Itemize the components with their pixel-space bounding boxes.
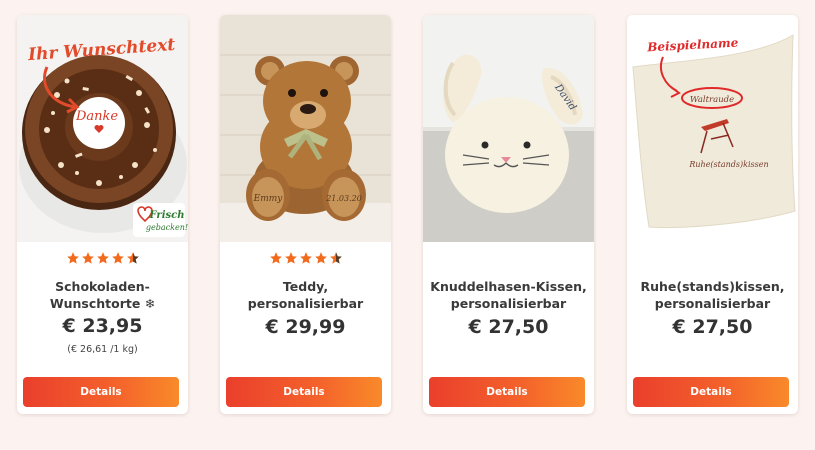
- product-card-cake[interactable]: Danke Ihr Wunschtext Frisch gebacken! Sc…: [17, 15, 188, 414]
- product-name[interactable]: Schokoladen-Wunschtorte ❄: [23, 278, 182, 312]
- product-price: € 27,50: [672, 316, 753, 338]
- product-card-teddy[interactable]: Emmy 21.03.20 Teddy, personalisierbar € …: [220, 15, 391, 414]
- details-button[interactable]: Details: [23, 377, 179, 407]
- teddy-foot-right: 21.03.20: [325, 194, 362, 203]
- star-icon: [269, 252, 282, 264]
- star-half-icon: [126, 252, 139, 264]
- star-icon: [96, 252, 109, 264]
- star-icon: [111, 252, 124, 264]
- star-icon: [299, 252, 312, 264]
- product-price: € 27,50: [468, 316, 549, 338]
- rating-stars: [220, 251, 391, 265]
- product-image-teddy[interactable]: Emmy 21.03.20: [220, 15, 391, 242]
- product-name[interactable]: Teddy, personalisierbar: [226, 278, 385, 312]
- star-icon: [284, 252, 297, 264]
- product-name[interactable]: Ruhe(stands)kissen, personalisierbar: [633, 278, 792, 312]
- cake-text: Danke: [75, 109, 118, 124]
- badge-line2: gebacken!: [146, 223, 188, 232]
- rating-stars: [17, 251, 188, 265]
- product-image-cake[interactable]: Danke Ihr Wunschtext Frisch gebacken!: [17, 15, 188, 242]
- star-icon: [314, 252, 327, 264]
- details-button[interactable]: Details: [226, 377, 382, 407]
- unit-price: (€ 26,61 /1 kg): [67, 344, 138, 355]
- product-card-pillow[interactable]: Beispielname Waltraude Ruhe(stands)kisse…: [627, 15, 798, 414]
- details-button[interactable]: Details: [633, 377, 789, 407]
- pillow-text: Ruhe(stands)kissen: [688, 160, 768, 169]
- product-price: € 23,95: [62, 315, 143, 337]
- badge-line1: Frisch: [149, 210, 185, 221]
- star-half-icon: [329, 252, 342, 264]
- star-icon: [81, 252, 94, 264]
- product-image-bunny[interactable]: David: [423, 15, 594, 242]
- star-icon: [66, 252, 79, 264]
- details-button[interactable]: Details: [429, 377, 585, 407]
- product-price: € 29,99: [265, 316, 346, 338]
- product-image-pillow[interactable]: Beispielname Waltraude Ruhe(stands)kisse…: [627, 15, 798, 242]
- teddy-foot-left: Emmy: [253, 194, 284, 204]
- product-name[interactable]: Knuddelhasen-Kissen, personalisierbar: [429, 278, 588, 312]
- product-card-bunny[interactable]: David Knuddelhasen-Kissen, personalisier…: [423, 15, 594, 414]
- pillow-name: Waltraude: [690, 95, 734, 105]
